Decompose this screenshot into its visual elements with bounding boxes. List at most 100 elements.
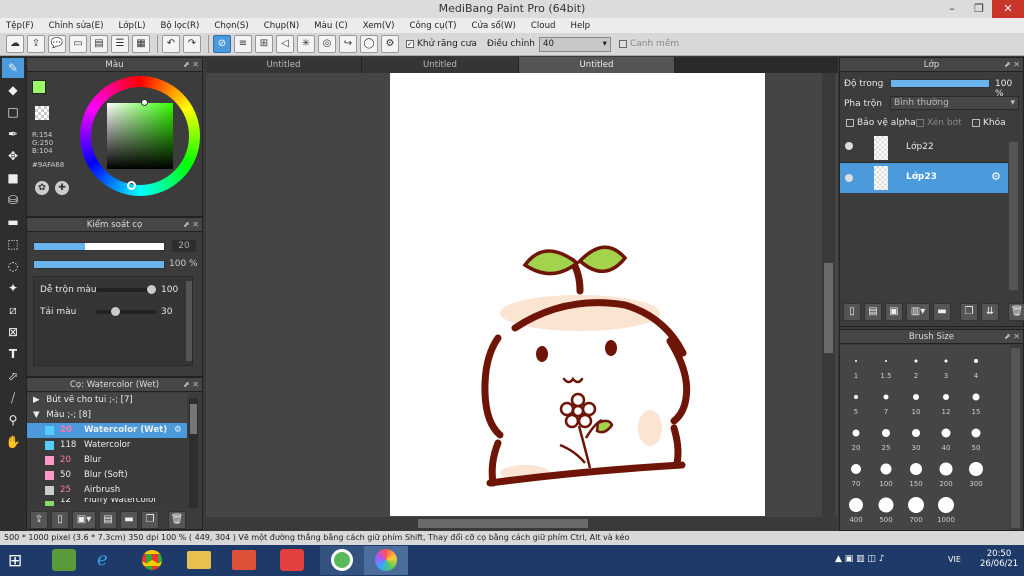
brush-size-cell[interactable]: 1000 <box>931 491 961 525</box>
medibang-task-slot[interactable] <box>364 546 408 575</box>
soft-edge-checkbox[interactable]: Canh mềm <box>618 39 679 49</box>
paint-load-slider[interactable] <box>96 307 156 316</box>
menu-filter[interactable]: Bộ lọc(R) <box>160 21 199 31</box>
brush-size-cell[interactable]: 700 <box>901 491 931 525</box>
new-layer-icon[interactable]: ▯ <box>843 303 861 321</box>
brush-size-cell[interactable]: 50 <box>961 419 991 453</box>
brush-item[interactable]: 118 Watercolor <box>27 438 187 453</box>
scroll-thumb[interactable] <box>190 404 197 434</box>
canvas-vertical-scrollbar[interactable] <box>822 73 835 517</box>
brush-size-cell[interactable]: 15 <box>961 383 991 417</box>
comment-icon[interactable]: ▭ <box>69 35 87 53</box>
menu-file[interactable]: Tệp(F) <box>6 21 34 31</box>
clock[interactable]: 20:50 26/06/21 <box>980 549 1018 569</box>
canvas-horizontal-scrollbar[interactable] <box>206 517 822 530</box>
paint-load-slider-knob[interactable] <box>111 307 121 316</box>
menu-layer[interactable]: Lớp(L) <box>118 21 145 31</box>
brush-size-cell[interactable]: 3 <box>931 347 961 381</box>
menu-view[interactable]: Xem(V) <box>363 21 395 31</box>
share-icon[interactable]: ⇪ <box>27 35 45 53</box>
brush-item[interactable]: 20 Watercolor (Wet) ⚙ <box>27 423 187 438</box>
brush-size-cell[interactable]: 200 <box>931 455 961 489</box>
select-tool-icon[interactable]: ⬚ <box>2 234 24 254</box>
recorder-icon[interactable] <box>232 550 256 570</box>
menu-tools[interactable]: Công cụ(T) <box>410 21 457 31</box>
brush-item[interactable]: 12 Fluffy Watercolor <box>27 498 187 506</box>
brush-group-1[interactable]: ▶ Bút vẽ cho tui ;-; [7] <box>27 393 187 408</box>
gradient-tool-icon[interactable]: ▬ <box>2 212 24 232</box>
active-app-slot[interactable] <box>320 546 364 575</box>
trash-icon[interactable]: 🗑 <box>168 511 186 529</box>
parallel-snap-icon[interactable]: ≡ <box>234 35 252 53</box>
brush-size-cell[interactable]: 10 <box>901 383 931 417</box>
operation-tool-icon[interactable]: ⬀ <box>2 366 24 386</box>
chat-icon[interactable]: 💬 <box>48 35 66 53</box>
duplicate-icon[interactable]: ❐ <box>141 511 159 529</box>
windows-start-icon[interactable]: ⊞ <box>8 551 22 571</box>
correction-select[interactable]: 40 ▾ <box>538 36 611 52</box>
duplicate-icon[interactable]: ❐ <box>960 303 978 321</box>
fill-rect-tool-icon[interactable]: ■ <box>2 168 24 188</box>
menu-color[interactable]: Màu (C) <box>314 21 348 31</box>
new-brush-icon[interactable]: ▯ <box>51 511 69 529</box>
curve-snap-icon[interactable]: ↪ <box>339 35 357 53</box>
radial-snap-icon[interactable]: ✳ <box>297 35 315 53</box>
menu-select[interactable]: Chọn(S) <box>214 21 248 31</box>
transparent-color-swatch[interactable] <box>35 106 49 120</box>
document-icon[interactable]: ▤ <box>90 35 108 53</box>
layer-blend-select[interactable]: Bình thường ▾ <box>890 96 1019 110</box>
params-scrollbar[interactable] <box>186 281 192 361</box>
hue-wheel[interactable] <box>80 76 200 196</box>
file-explorer-icon[interactable] <box>187 551 211 569</box>
brush-tool-icon[interactable]: ✎ <box>2 58 24 78</box>
folder-icon[interactable]: ▬ <box>120 511 138 529</box>
brush-size-cell[interactable]: 40 <box>931 419 961 453</box>
add-brush-icon[interactable]: ▣▾ <box>72 511 96 529</box>
scroll-thumb[interactable] <box>824 263 833 353</box>
bluestacks-icon[interactable] <box>52 549 76 571</box>
settings-icon[interactable]: ⚙ <box>381 35 399 53</box>
rectangle-tool-icon[interactable]: □ <box>2 102 24 122</box>
minimize-button[interactable]: – <box>938 0 966 18</box>
text-tool-icon[interactable]: T <box>2 344 24 364</box>
brush-size-cell[interactable]: 7 <box>871 383 901 417</box>
undo-icon[interactable]: ↶ <box>162 35 180 53</box>
brush-size-scrollbar[interactable] <box>1011 348 1020 528</box>
brush-size-cell[interactable]: 400 <box>841 491 871 525</box>
lock-checkbox[interactable]: Khóa <box>972 118 1006 128</box>
close-button[interactable]: ✕ <box>992 0 1024 18</box>
tab-untitled-2[interactable]: Untitled <box>362 57 519 73</box>
foreground-color-swatch[interactable] <box>32 80 46 94</box>
brush-size-cell[interactable]: 300 <box>961 455 991 489</box>
chrome-icon[interactable] <box>142 550 162 570</box>
gear-icon[interactable]: ⚙ <box>991 170 1001 183</box>
blend-slider-knob[interactable] <box>147 285 156 294</box>
eyedropper-tool-icon[interactable]: ⚲ <box>2 410 24 430</box>
palette-add-icon[interactable]: ✚ <box>55 181 69 195</box>
brush-size-cell[interactable]: 500 <box>871 491 901 525</box>
merge-down-icon[interactable]: ⇊ <box>981 303 999 321</box>
layer-row[interactable]: Lớp22 <box>840 133 1008 163</box>
restore-button[interactable]: ❐ <box>966 0 992 18</box>
protect-alpha-checkbox[interactable]: Bảo vệ alpha <box>846 118 916 128</box>
brush-size-slider[interactable] <box>33 242 165 251</box>
panel-pin-close-icon[interactable]: ⬈ ✕ <box>183 218 199 232</box>
menu-help[interactable]: Help <box>570 21 590 31</box>
magic-wand-tool-icon[interactable]: ✦ <box>2 278 24 298</box>
grid-icon[interactable]: ▦ <box>132 35 150 53</box>
brush-size-cell[interactable]: 100 <box>871 455 901 489</box>
no-snap-icon[interactable]: ⊘ <box>213 35 231 53</box>
brush-size-cell[interactable]: 70 <box>841 455 871 489</box>
drawing-canvas[interactable] <box>390 73 765 516</box>
visibility-eye-icon[interactable] <box>845 142 853 150</box>
cross-snap-icon[interactable]: ⊞ <box>255 35 273 53</box>
layer-opacity-slider[interactable] <box>890 79 990 88</box>
brush-size-cell[interactable]: 1 <box>841 347 871 381</box>
palette-icon[interactable]: ✿ <box>35 181 49 195</box>
visibility-eye-icon[interactable] <box>845 174 853 182</box>
clip-checkbox[interactable]: Xén bớt <box>916 118 962 128</box>
move-tool-icon[interactable]: ✥ <box>2 146 24 166</box>
ellipse-snap-icon[interactable]: ◯ <box>360 35 378 53</box>
panel-pin-close-icon[interactable]: ⬈ ✕ <box>183 58 199 72</box>
upload-icon[interactable]: ⇪ <box>30 511 48 529</box>
